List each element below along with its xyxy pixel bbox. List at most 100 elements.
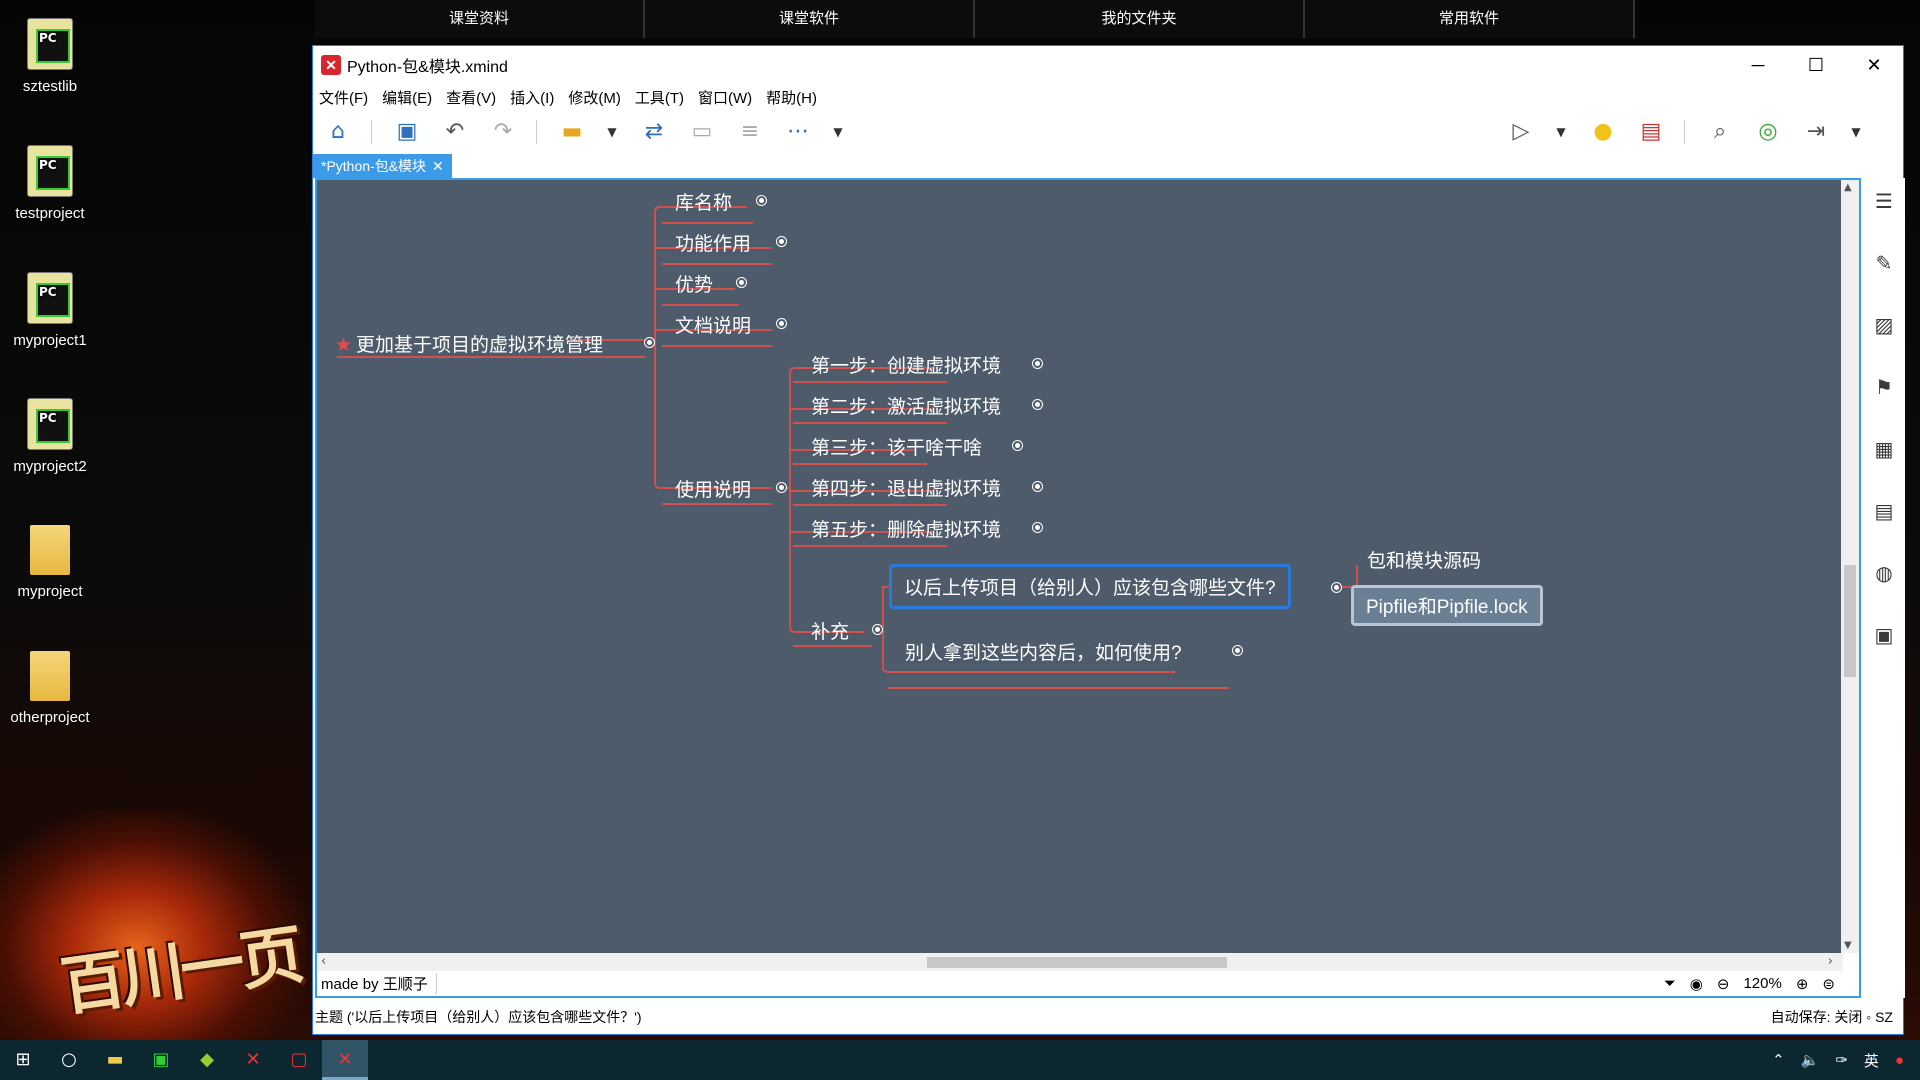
chevron-down-icon[interactable]: ▼	[1849, 117, 1863, 147]
menu-file[interactable]: 文件(F)	[319, 87, 368, 108]
desktop-icon-myproject[interactable]: myproject	[0, 525, 100, 600]
app-tray-icon[interactable]: ●	[1895, 1052, 1904, 1069]
branch-node[interactable]: 优势	[675, 270, 746, 297]
desktop-icon-otherproject[interactable]: otherproject	[0, 651, 100, 726]
step-node[interactable]: 第一步：创建虚拟环境	[811, 351, 1042, 378]
summary-icon[interactable]: ≡	[735, 117, 765, 147]
close-button[interactable]: ✕	[1845, 55, 1903, 76]
top-tab[interactable]: 常用软件	[1305, 0, 1635, 38]
share-icon[interactable]: ◎	[1753, 117, 1783, 147]
minimize-button[interactable]: ─	[1729, 55, 1787, 76]
collapse-toggle[interactable]	[777, 237, 786, 246]
recorder-taskbar-icon[interactable]: ▢	[276, 1040, 322, 1080]
main-topic[interactable]: ★ 更加基于项目的虚拟环境管理	[335, 330, 654, 357]
step-node-supplement[interactable]: 补充	[811, 617, 882, 644]
collapse-toggle[interactable]	[645, 338, 654, 347]
supplement-node[interactable]: 别人拿到这些内容后，如何使用?	[905, 638, 1242, 665]
relationship-icon[interactable]: ⇄	[639, 117, 669, 147]
notes-icon[interactable]: ▤	[1873, 500, 1895, 522]
windows-start-icon[interactable]: ⊞	[0, 1040, 46, 1080]
menu-edit[interactable]: 编辑(E)	[382, 87, 432, 108]
menu-insert[interactable]: 插入(I)	[510, 87, 554, 108]
vertical-scrollbar[interactable]: ▲ ▼	[1841, 180, 1859, 953]
input-language[interactable]: 英	[1864, 1050, 1879, 1071]
desktop-icon-myproject1[interactable]: PC myproject1	[0, 272, 100, 349]
scroll-right-icon[interactable]: ›	[1828, 954, 1833, 969]
outline-icon[interactable]: ☰	[1873, 190, 1895, 212]
redo-icon[interactable]: ↷	[488, 117, 518, 147]
selected-topic[interactable]: 以后上传项目（给别人）应该包含哪些文件?	[889, 564, 1341, 609]
menu-tools[interactable]: 工具(T)	[635, 87, 684, 108]
menu-help[interactable]: 帮助(H)	[766, 87, 817, 108]
comments-icon[interactable]: ◍	[1873, 562, 1895, 584]
step-node[interactable]: 第五步：删除虚拟环境	[811, 515, 1042, 542]
xmind-taskbar-icon[interactable]: ✕	[230, 1040, 276, 1080]
maximize-button[interactable]: ☐	[1787, 55, 1845, 76]
branch-node[interactable]: 功能作用	[675, 229, 786, 256]
scroll-down-icon[interactable]: ▼	[1844, 940, 1852, 951]
more-icon[interactable]: ⋯	[783, 117, 813, 147]
branch-node[interactable]: 库名称	[675, 188, 766, 215]
pycharm-taskbar-icon[interactable]: ◆	[184, 1040, 230, 1080]
collapse-toggle[interactable]	[1233, 646, 1242, 655]
scroll-left-icon[interactable]: ‹	[321, 954, 326, 969]
eye-icon[interactable]: ◉	[1690, 975, 1703, 993]
scroll-thumb[interactable]	[927, 957, 1227, 968]
answer-node-editing[interactable]: Pipfile和Pipfile.lock	[1351, 585, 1543, 626]
volume-icon[interactable]: 🔈	[1801, 1051, 1820, 1069]
lightbulb-icon[interactable]: ●	[1588, 117, 1618, 147]
zoom-in-icon[interactable]: ⊕	[1796, 975, 1809, 993]
file-explorer-icon[interactable]: ▬	[92, 1040, 138, 1080]
chevron-down-icon[interactable]: ▼	[1554, 117, 1568, 147]
chevron-down-icon[interactable]: ▼	[831, 117, 845, 147]
step-node[interactable]: 第二步：激活虚拟环境	[811, 392, 1042, 419]
collapse-toggle[interactable]	[777, 319, 786, 328]
scroll-up-icon[interactable]: ▲	[1844, 182, 1852, 193]
camtasia-icon[interactable]: ▣	[138, 1040, 184, 1080]
collapse-toggle[interactable]	[873, 625, 882, 634]
step-node[interactable]: 第四步：退出虚拟环境	[811, 474, 1042, 501]
collapse-toggle[interactable]	[1332, 583, 1341, 592]
branch-node[interactable]: 文档说明	[675, 311, 786, 338]
chevron-down-icon[interactable]: ▼	[605, 117, 619, 147]
collapse-toggle[interactable]	[757, 196, 766, 205]
text-style-icon[interactable]: ▦	[1873, 438, 1895, 460]
collapse-toggle[interactable]	[1033, 482, 1042, 491]
flag-icon[interactable]: ⚑	[1873, 376, 1895, 398]
menu-modify[interactable]: 修改(M)	[568, 87, 621, 108]
top-tab[interactable]: 课堂资料	[315, 0, 645, 38]
desktop-icon-myproject2[interactable]: PC myproject2	[0, 398, 100, 475]
collapse-toggle[interactable]	[737, 278, 746, 287]
pen-icon[interactable]: ✑	[1835, 1051, 1848, 1069]
desktop-icon-testproject[interactable]: PC testproject	[0, 145, 100, 222]
cortana-icon[interactable]: ○	[46, 1040, 92, 1080]
collapse-toggle[interactable]	[777, 483, 786, 492]
undo-icon[interactable]: ↶	[440, 117, 470, 147]
save-icon[interactable]: ▣	[392, 117, 422, 147]
menu-window[interactable]: 窗口(W)	[698, 87, 752, 108]
topic-icon[interactable]: ▬	[557, 117, 587, 147]
xmind-active-taskbar-icon[interactable]: ✕	[322, 1040, 368, 1080]
fit-icon[interactable]: ⊜	[1822, 975, 1835, 993]
filter-icon[interactable]: ⏷	[1664, 975, 1676, 992]
mindmap-canvas[interactable]: ★ 更加基于项目的虚拟环境管理 库名称 功能作用 优势 文档说明 使用说明 第一…	[317, 180, 1843, 953]
close-tab-icon[interactable]: ✕	[432, 158, 444, 174]
answer-node[interactable]: 包和模块源码	[1367, 546, 1481, 573]
export-icon[interactable]: ⇥	[1801, 117, 1831, 147]
search-icon[interactable]: ⌕	[1705, 117, 1735, 147]
boundary-icon[interactable]: ▭	[687, 117, 717, 147]
top-tab[interactable]: 课堂软件	[645, 0, 975, 38]
branch-node[interactable]: 使用说明	[675, 475, 786, 502]
format-brush-icon[interactable]: ✎	[1873, 252, 1895, 274]
menu-view[interactable]: 查看(V)	[446, 87, 496, 108]
document-tab[interactable]: *Python-包&模块 ✕	[313, 154, 452, 178]
presentation-icon[interactable]: ▷	[1506, 117, 1536, 147]
horizontal-scrollbar[interactable]: ‹ ›	[317, 953, 1843, 971]
collapse-toggle[interactable]	[1033, 523, 1042, 532]
home-icon[interactable]: ⌂	[323, 117, 353, 147]
chevron-up-icon[interactable]: ⌃	[1772, 1051, 1785, 1069]
image-icon[interactable]: ▨	[1873, 314, 1895, 336]
top-tab[interactable]: 我的文件夹	[975, 0, 1305, 38]
collapse-toggle[interactable]	[1033, 359, 1042, 368]
collapse-toggle[interactable]	[1033, 400, 1042, 409]
